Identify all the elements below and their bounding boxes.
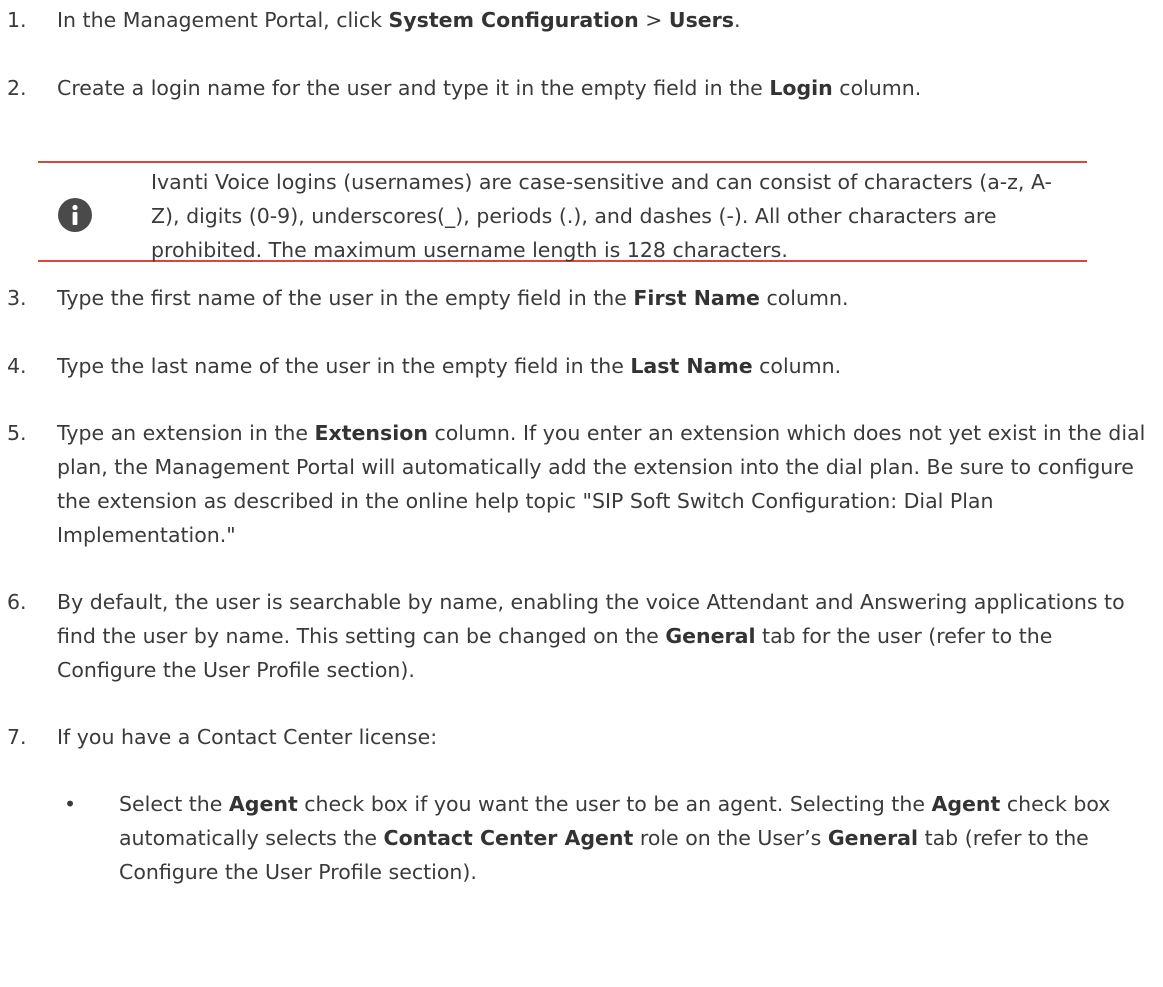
step-5: 5. Type an extension in the Extension co… <box>0 416 1153 552</box>
document-body: 1. In the Management Portal, click Syste… <box>0 0 1163 987</box>
bold-term: General <box>665 624 756 648</box>
bold-term: First Name <box>633 286 760 310</box>
step-text: If you have a Contact Center license: <box>57 720 1153 754</box>
step-number: 4. <box>7 354 27 378</box>
step-6: 6. By default, the user is searchable by… <box>0 585 1153 687</box>
step-1: 1. In the Management Portal, click Syste… <box>0 3 1153 37</box>
text-run: column. <box>832 76 922 100</box>
text-run: column. <box>759 286 849 310</box>
step-number: 2. <box>7 76 27 100</box>
text-run: role on the User’s <box>633 826 828 850</box>
bold-term: Users <box>668 8 734 32</box>
step-text: Type an extension in the Extension colum… <box>57 416 1153 552</box>
step-number: 5. <box>7 421 27 445</box>
bold-term: Login <box>769 76 833 100</box>
step-text: Type the last name of the user in the em… <box>57 349 1153 383</box>
bullet-item: • Select the Agent check box if you want… <box>57 787 1153 889</box>
bold-term: General <box>827 826 919 850</box>
bullet-marker: • <box>64 792 77 816</box>
step-text: Create a login name for the user and typ… <box>57 71 1153 105</box>
text-run: column. <box>752 354 842 378</box>
text-run: Type an extension in the <box>57 421 315 445</box>
note-callout: Ivanti Voice logins (usernames) are case… <box>38 161 1087 262</box>
bullet-text: Select the Agent check box if you want t… <box>119 787 1153 889</box>
note-text: Ivanti Voice logins (usernames) are case… <box>151 170 1052 262</box>
bold-term: System Configuration <box>388 8 639 32</box>
step-2: 2. Create a login name for the user and … <box>0 71 1153 105</box>
text-run: > <box>638 8 669 32</box>
text-run: Type the first name of the user in the e… <box>57 286 634 310</box>
bold-term: Contact Center Agent <box>383 826 634 850</box>
text-run: . <box>734 8 741 32</box>
step-text: By default, the user is searchable by na… <box>57 585 1153 687</box>
step-7: 7. If you have a Contact Center license: <box>0 720 1153 754</box>
step-4: 4. Type the last name of the user in the… <box>0 349 1153 383</box>
text-run: In the Management Portal, click <box>57 8 389 32</box>
bold-term: Agent <box>931 792 1001 816</box>
info-icon <box>58 198 92 232</box>
bold-term: Last Name <box>630 354 753 378</box>
step-text: Type the first name of the user in the e… <box>57 281 1153 315</box>
text-run: check box if you want the user to be an … <box>297 792 932 816</box>
bold-term: Extension <box>314 421 428 445</box>
bold-term: Agent <box>228 792 298 816</box>
text-run: Select the <box>119 792 229 816</box>
text-run: Create a login name for the user and typ… <box>57 76 770 100</box>
step-3: 3. Type the first name of the user in th… <box>0 281 1153 315</box>
text-run: Type the last name of the user in the em… <box>57 354 631 378</box>
step-number: 3. <box>7 286 27 310</box>
step-number: 7. <box>7 725 27 749</box>
step-number: 6. <box>7 590 27 614</box>
step-number: 1. <box>7 8 27 32</box>
text-run: If you have a Contact Center license: <box>57 725 438 749</box>
step-text: In the Management Portal, click System C… <box>57 3 1153 37</box>
